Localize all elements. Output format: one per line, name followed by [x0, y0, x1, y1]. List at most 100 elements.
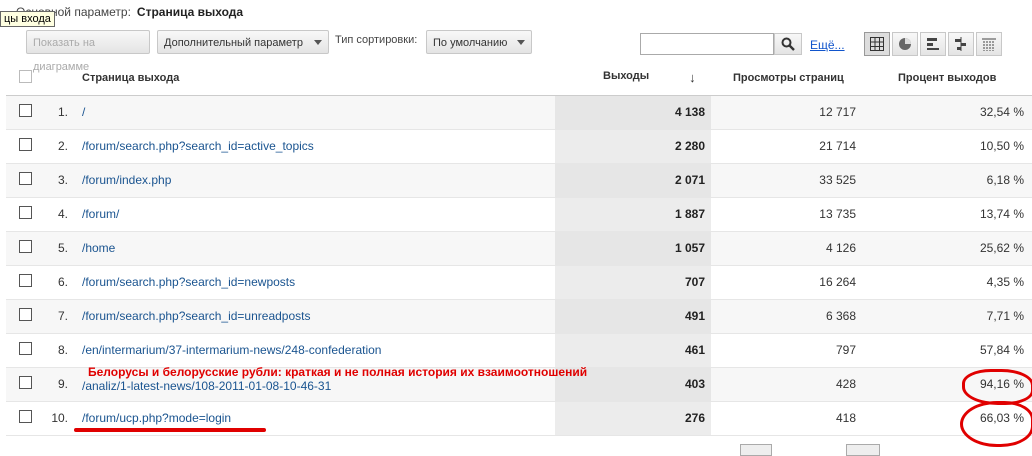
- exits-value: 1 887: [555, 197, 711, 232]
- pageviews-value: 4 126: [711, 231, 864, 266]
- page-link[interactable]: /forum/: [82, 207, 119, 221]
- table-row: 4. /forum/ 1 887 13 735 13,74 %: [6, 197, 1032, 232]
- view-switcher: [864, 32, 1004, 56]
- pivot-table-icon: [982, 38, 996, 51]
- table-search-input[interactable]: [640, 33, 774, 55]
- row-index: 9.: [46, 367, 74, 402]
- pageviews-value: 6 368: [711, 299, 864, 334]
- row-checkbox[interactable]: [19, 172, 32, 185]
- exit-rate-value: 13,74 %: [864, 197, 1032, 232]
- exits-value: 2 071: [555, 163, 711, 198]
- pie-chart-icon: [899, 38, 911, 50]
- highlight-circle: [962, 369, 1032, 405]
- select-all-checkbox[interactable]: [19, 69, 32, 83]
- table-row: 1. / 4 138 12 717 32,54 %: [6, 95, 1032, 130]
- row-index: 8.: [46, 333, 74, 368]
- exit-rate-value: 25,62 %: [864, 231, 1032, 266]
- row-index: 3.: [46, 163, 74, 198]
- row-checkbox[interactable]: [19, 206, 32, 219]
- tooltip: цы входа: [0, 11, 55, 27]
- view-performance-button[interactable]: [920, 32, 946, 56]
- exit-rate-value: 7,71 %: [864, 299, 1032, 334]
- page-link[interactable]: /forum/index.php: [82, 173, 171, 187]
- table-controls: Показать на диаграмме Дополнительный пар…: [0, 28, 1032, 73]
- plot-rows-button[interactable]: Показать на диаграмме: [26, 30, 150, 73]
- exit-pages-table: Страница выхода Выходы ↓ Просмотры стран…: [6, 61, 1032, 436]
- pageviews-value: 12 717: [711, 95, 864, 130]
- row-checkbox[interactable]: [19, 104, 32, 117]
- grid-icon: [870, 37, 884, 51]
- exits-value: 4 138: [555, 95, 711, 130]
- highlight-underline: [74, 428, 266, 432]
- row-index: 5.: [46, 231, 74, 266]
- page-link[interactable]: /forum/search.php?search_id=active_topic…: [82, 139, 314, 153]
- exits-value: 707: [555, 265, 711, 300]
- row-checkbox[interactable]: [19, 308, 32, 321]
- primary-dimension-value[interactable]: Страница выхода: [137, 5, 243, 19]
- secondary-dimension-dropdown[interactable]: Дополнительный параметр: [157, 30, 329, 54]
- column-header-exits-label: Выходы: [603, 70, 650, 83]
- chevron-down-icon: [314, 40, 322, 45]
- pageviews-value: 418: [711, 401, 864, 436]
- row-checkbox[interactable]: [19, 342, 32, 355]
- sort-type-label: Тип сортировки:: [335, 34, 418, 46]
- sort-type-value: По умолчанию: [433, 37, 508, 49]
- highlight-circle: [960, 401, 1032, 447]
- table-header-row: Страница выхода Выходы ↓ Просмотры стран…: [6, 61, 1032, 96]
- exit-rate-value: 4,35 %: [864, 265, 1032, 300]
- exit-rate-value: 57,84 %: [864, 333, 1032, 368]
- exit-rate-value: 32,54 %: [864, 95, 1032, 130]
- row-index: 10.: [46, 401, 74, 436]
- search-button[interactable]: [774, 33, 802, 55]
- pageviews-value: 13 735: [711, 197, 864, 232]
- exit-rate-value: 6,18 %: [864, 163, 1032, 198]
- bar-chart-icon: [927, 38, 939, 50]
- table-row: 8. /en/intermarium/37-intermarium-news/2…: [6, 333, 1032, 368]
- view-pie-button[interactable]: [892, 32, 918, 56]
- pagination-control[interactable]: [846, 444, 880, 456]
- page-link[interactable]: /forum/search.php?search_id=newposts: [82, 275, 295, 289]
- row-index: 2.: [46, 129, 74, 164]
- pagination-control[interactable]: [740, 444, 772, 456]
- row-index: 1.: [46, 95, 74, 130]
- chevron-down-icon: [517, 40, 525, 45]
- pageviews-value: 797: [711, 333, 864, 368]
- page-link[interactable]: /: [82, 105, 85, 119]
- secondary-dimension-label: Дополнительный параметр: [164, 37, 303, 49]
- advanced-filter-link[interactable]: Ещё...: [810, 38, 845, 52]
- column-header-pageviews[interactable]: Просмотры страниц: [711, 61, 864, 96]
- exits-value: 276: [555, 401, 711, 436]
- row-index: 6.: [46, 265, 74, 300]
- column-header-page[interactable]: Страница выхода: [74, 61, 555, 96]
- table-row: 2. /forum/search.php?search_id=active_to…: [6, 129, 1032, 164]
- row-index: 4.: [46, 197, 74, 232]
- pageviews-value: 428: [711, 367, 864, 402]
- row-checkbox[interactable]: [19, 138, 32, 151]
- page-link[interactable]: /forum/ucp.php?mode=login: [82, 411, 231, 425]
- comparison-icon: [955, 37, 966, 51]
- pageviews-value: 16 264: [711, 265, 864, 300]
- table-row: 3. /forum/index.php 2 071 33 525 6,18 %: [6, 163, 1032, 198]
- view-comparison-button[interactable]: [948, 32, 974, 56]
- pageviews-value: 21 714: [711, 129, 864, 164]
- exits-value: 461: [555, 333, 711, 368]
- search-icon: [781, 37, 795, 51]
- exits-value: 2 280: [555, 129, 711, 164]
- page-link[interactable]: /forum/search.php?search_id=unreadposts: [82, 309, 310, 323]
- page-link[interactable]: /en/intermarium/37-intermarium-news/248-…: [82, 343, 381, 357]
- annotation-page-title: Белорусы и белорусские рубли: краткая и …: [88, 365, 588, 379]
- table-row: 5. /home 1 057 4 126 25,62 %: [6, 231, 1032, 266]
- page-link[interactable]: /home: [82, 241, 115, 255]
- column-header-exits[interactable]: Выходы ↓: [555, 61, 711, 96]
- row-checkbox[interactable]: [19, 240, 32, 253]
- row-checkbox[interactable]: [19, 410, 32, 423]
- page-link[interactable]: /analiz/1-latest-news/108-2011-01-08-10-…: [82, 379, 331, 393]
- view-table-button[interactable]: [864, 32, 890, 56]
- row-checkbox[interactable]: [19, 274, 32, 287]
- table-row: 7. /forum/search.php?search_id=unreadpos…: [6, 299, 1032, 334]
- table-row: 6. /forum/search.php?search_id=newposts …: [6, 265, 1032, 300]
- sort-type-dropdown[interactable]: По умолчанию: [426, 30, 532, 54]
- view-pivot-button[interactable]: [976, 32, 1002, 56]
- column-header-exit-rate[interactable]: Процент выходов: [864, 61, 1032, 96]
- row-checkbox[interactable]: [19, 376, 32, 389]
